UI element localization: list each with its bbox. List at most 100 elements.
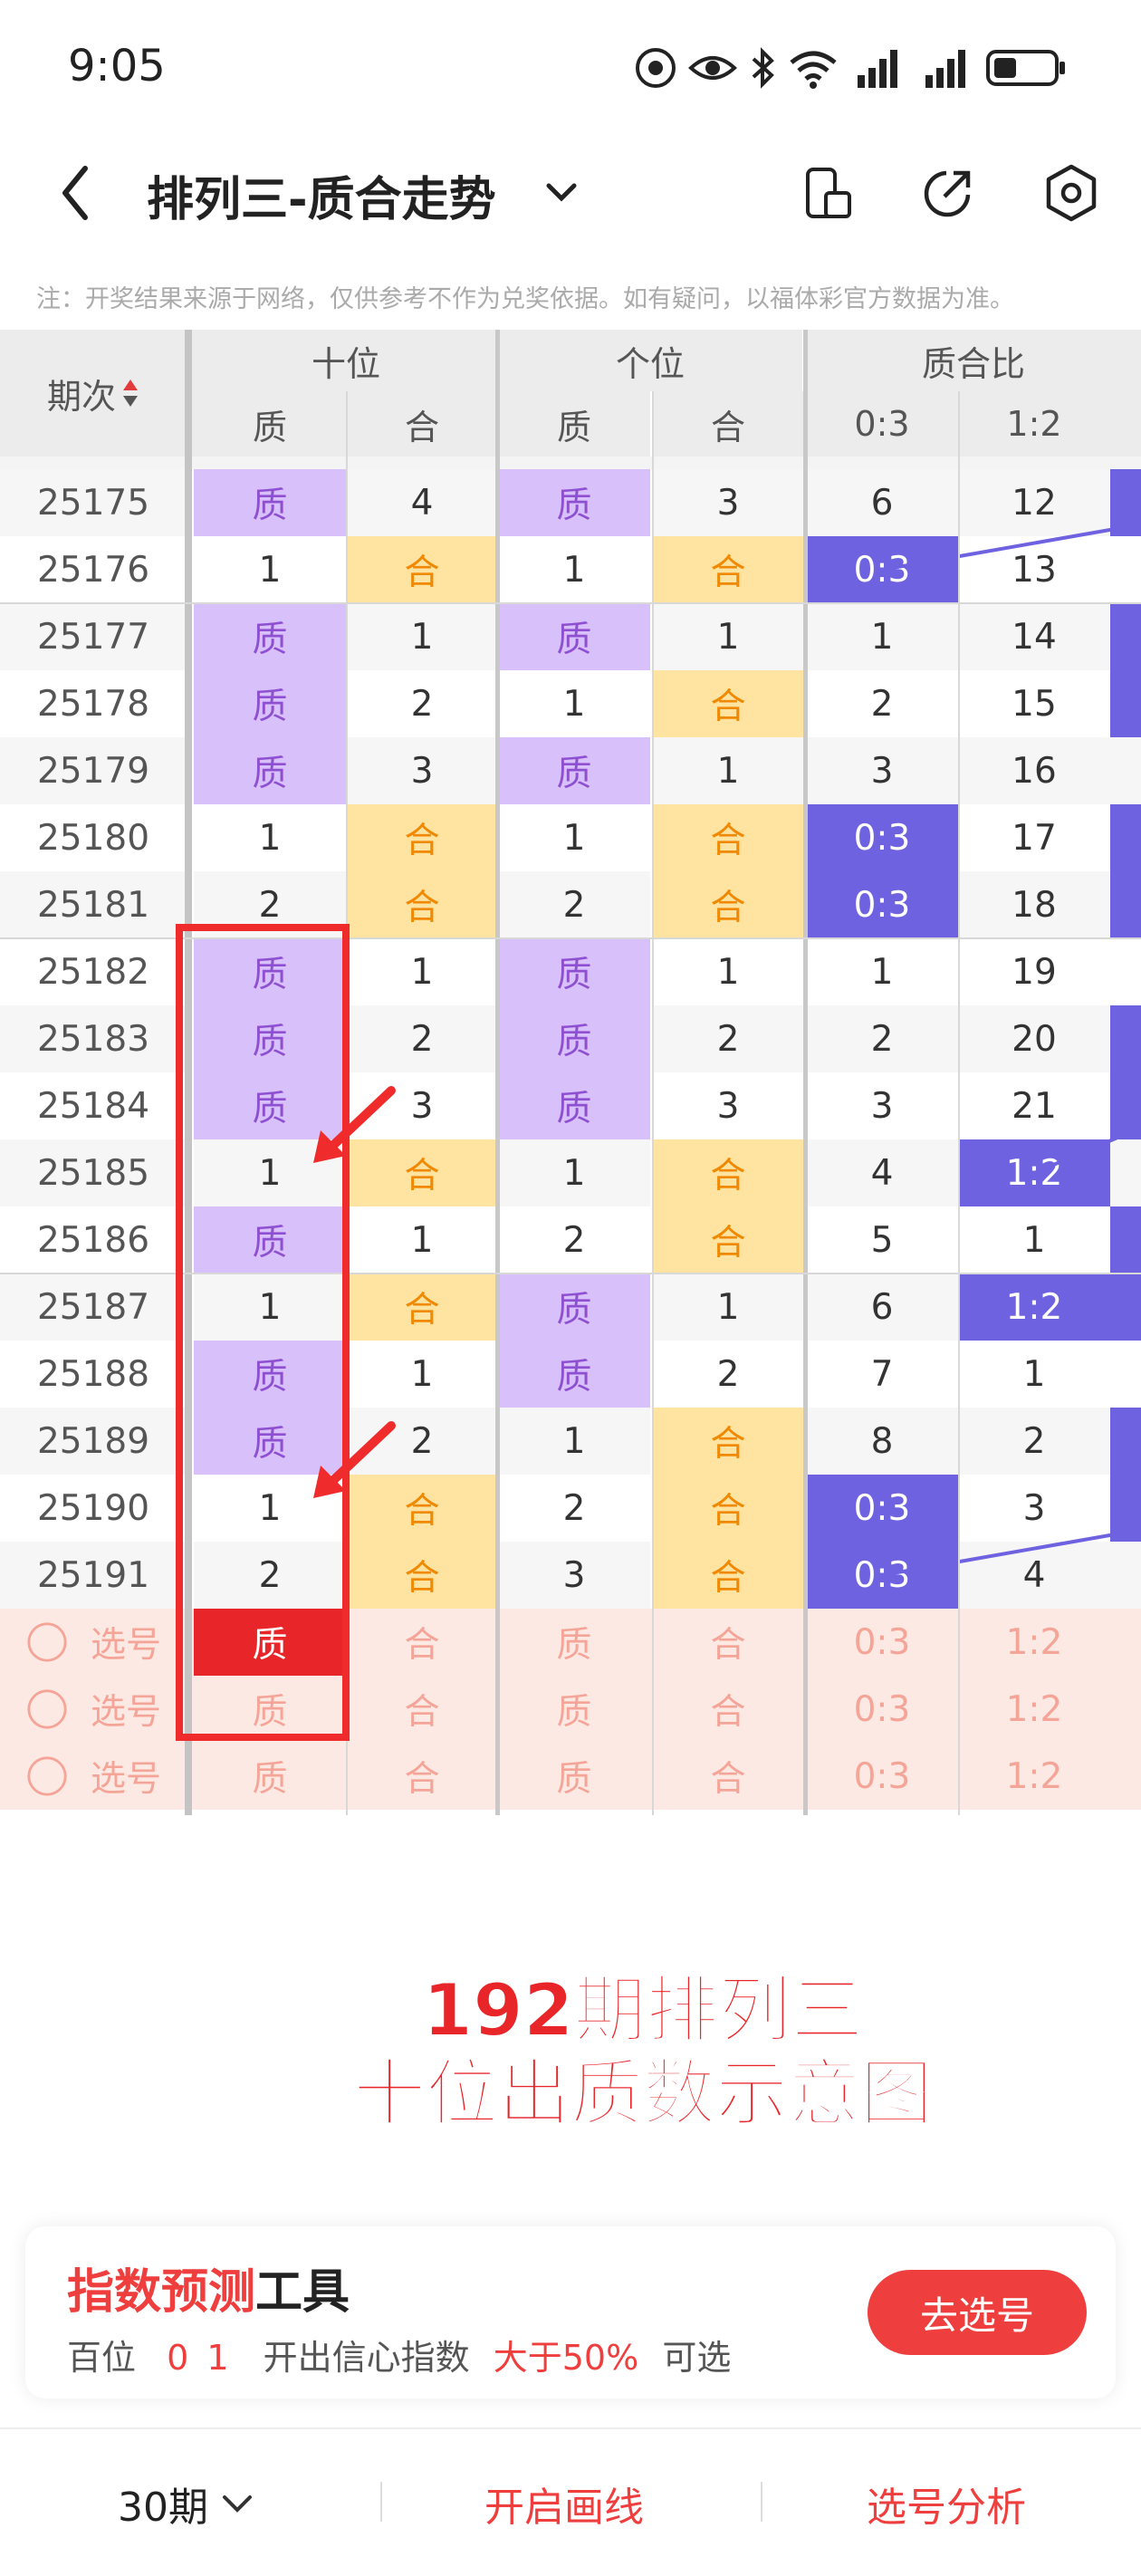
- select-option-cell[interactable]: 合: [652, 1676, 804, 1743]
- group-header: 个位: [498, 330, 802, 391]
- annotation-overlay-text: 192期排列三 十位出质数示意图: [0, 1968, 1141, 2137]
- select-option-cell[interactable]: 质: [498, 1743, 650, 1810]
- he-hit-cell: 合: [346, 804, 498, 871]
- ratio-overflow-cell: [1110, 1274, 1141, 1341]
- trend-cell: 4: [346, 469, 498, 536]
- chevron-down-icon[interactable]: [543, 177, 580, 209]
- trend-cell: 17: [958, 804, 1110, 871]
- select-option-cell[interactable]: 0:3: [806, 1609, 958, 1676]
- select-option-cell[interactable]: 0:3: [806, 1743, 958, 1810]
- trend-cell: 12: [958, 469, 1110, 536]
- group-header: 质合比: [806, 330, 1141, 391]
- zhi-hit-cell: 质: [498, 938, 650, 1005]
- wifi-icon: [790, 51, 837, 89]
- periods-dropdown[interactable]: 30期: [118, 2475, 255, 2533]
- trend-cell: 1: [498, 670, 650, 737]
- ratio-overflow-cell: [1110, 737, 1141, 804]
- issue-header[interactable]: 期次: [0, 330, 187, 457]
- page-title[interactable]: 排列三-质合走势: [147, 161, 496, 229]
- he-hit-cell: 合: [652, 1408, 804, 1475]
- select-option-cell[interactable]: 1:2: [958, 1609, 1110, 1676]
- he-hit-cell: 合: [346, 871, 498, 938]
- ratio-overflow-cell: [1110, 871, 1141, 938]
- he-hit-cell: 合: [652, 1542, 804, 1609]
- tool-desc-highlight: 大于50%: [493, 2338, 639, 2378]
- chevron-down-icon: [223, 2495, 252, 2513]
- select-option-cell[interactable]: 合: [652, 1743, 804, 1810]
- trend-cell: 3: [498, 1542, 650, 1609]
- bottom-nav: 30期 开启画线 选号分析: [0, 2427, 1141, 2576]
- select-option-cell[interactable]: 1:2: [958, 1676, 1110, 1743]
- issue-number: 25176: [0, 536, 187, 603]
- select-radio-icon[interactable]: [25, 1620, 69, 1664]
- trend-table[interactable]: 期次 十位 个位 质合比质合质合 0:3 1:2 25175 质 4 质 3 6 12 25176 1 合 1 合…: [0, 330, 1141, 1815]
- trend-cell: 2: [806, 670, 958, 737]
- ratio-hit-cell: 1:2: [958, 1274, 1110, 1341]
- select-option-cell[interactable]: 1:2: [958, 1743, 1110, 1810]
- tool-desc-nums: 0 1: [167, 2338, 233, 2378]
- sort-icon[interactable]: [121, 375, 139, 411]
- select-option-cell[interactable]: 合: [346, 1609, 498, 1676]
- issue-number: 25175: [0, 469, 187, 536]
- select-option-cell[interactable]: 0:3: [806, 1676, 958, 1743]
- eye-icon: [688, 56, 737, 80]
- he-hit-cell: 合: [652, 670, 804, 737]
- select-option-cell[interactable]: 合: [652, 1609, 804, 1676]
- trend-cell: 3: [652, 469, 804, 536]
- select-option-cell[interactable]: 质: [498, 1609, 650, 1676]
- trend-cell: 6: [806, 469, 958, 536]
- trend-cell: 4: [958, 1542, 1110, 1609]
- select-label: 选号: [90, 1759, 161, 1800]
- battery-icon: [986, 50, 1065, 86]
- highlight-box: [176, 924, 350, 1741]
- select-radio-icon[interactable]: [25, 1754, 69, 1798]
- select-label: 选号: [90, 1625, 161, 1666]
- group-divider: [0, 1273, 1141, 1274]
- issue-number: 25179: [0, 737, 187, 804]
- trend-cell: 18: [958, 871, 1110, 938]
- share-icon[interactable]: [919, 166, 975, 222]
- select-option-cell[interactable]: 质: [498, 1676, 650, 1743]
- disclaimer-notice: 注：开奖结果来源于网络，仅供参考不作为兑奖依据。如有疑问，以福体彩官方数据为准。: [36, 285, 1014, 313]
- sub-header: 合: [346, 391, 498, 457]
- nav-separator: [380, 2482, 382, 2522]
- trend-cell: 20: [958, 1005, 1110, 1072]
- select-option-cell[interactable]: 质: [194, 1743, 346, 1810]
- trend-cell: 1: [194, 804, 346, 871]
- signal-icon: [858, 50, 897, 88]
- trend-cell: 1: [652, 1274, 804, 1341]
- column-divider: [495, 330, 500, 1815]
- ratio-overflow-cell: [1110, 1139, 1141, 1206]
- zhi-hit-cell: 质: [498, 1072, 650, 1139]
- issue-number: 25184: [0, 1072, 187, 1139]
- trend-cell: 1: [958, 1341, 1110, 1408]
- trend-cell: 3: [806, 737, 958, 804]
- zhi-hit-cell: 质: [498, 737, 650, 804]
- tool-title-red: 指数预测: [67, 2265, 256, 2320]
- nav-separator: [761, 2482, 762, 2522]
- select-row-label[interactable]: 选号: [0, 1743, 187, 1810]
- draw-line-button[interactable]: 开启画线: [484, 2475, 644, 2533]
- trend-cell: 2: [346, 1005, 498, 1072]
- ratio-overflow-cell: [1110, 1072, 1141, 1139]
- select-row-label[interactable]: 选号: [0, 1676, 187, 1743]
- back-arrow-icon[interactable]: [56, 161, 92, 225]
- he-hit-cell: 合: [652, 804, 804, 871]
- select-radio-icon[interactable]: [25, 1687, 69, 1731]
- ratio-overflow-cell: [1110, 1542, 1141, 1609]
- settings-icon[interactable]: [1043, 163, 1099, 223]
- select-option-cell[interactable]: 合: [346, 1676, 498, 1743]
- trend-cell: 5: [806, 1206, 958, 1274]
- sub-header: 1:2: [958, 391, 1110, 457]
- go-select-button[interactable]: 去选号: [868, 2270, 1087, 2355]
- issue-number: 25183: [0, 1005, 187, 1072]
- select-row-label[interactable]: 选号: [0, 1609, 187, 1676]
- red-arrow-icon: [313, 1086, 396, 1163]
- tool-desc-prefix: 百位: [67, 2338, 137, 2378]
- trend-cell: 2: [958, 1408, 1110, 1475]
- trend-cell: 1: [498, 804, 650, 871]
- group-header: 十位: [194, 330, 498, 391]
- rotate-screen-icon[interactable]: [802, 166, 853, 222]
- analysis-button[interactable]: 选号分析: [867, 2475, 1026, 2533]
- select-option-cell[interactable]: 合: [346, 1743, 498, 1810]
